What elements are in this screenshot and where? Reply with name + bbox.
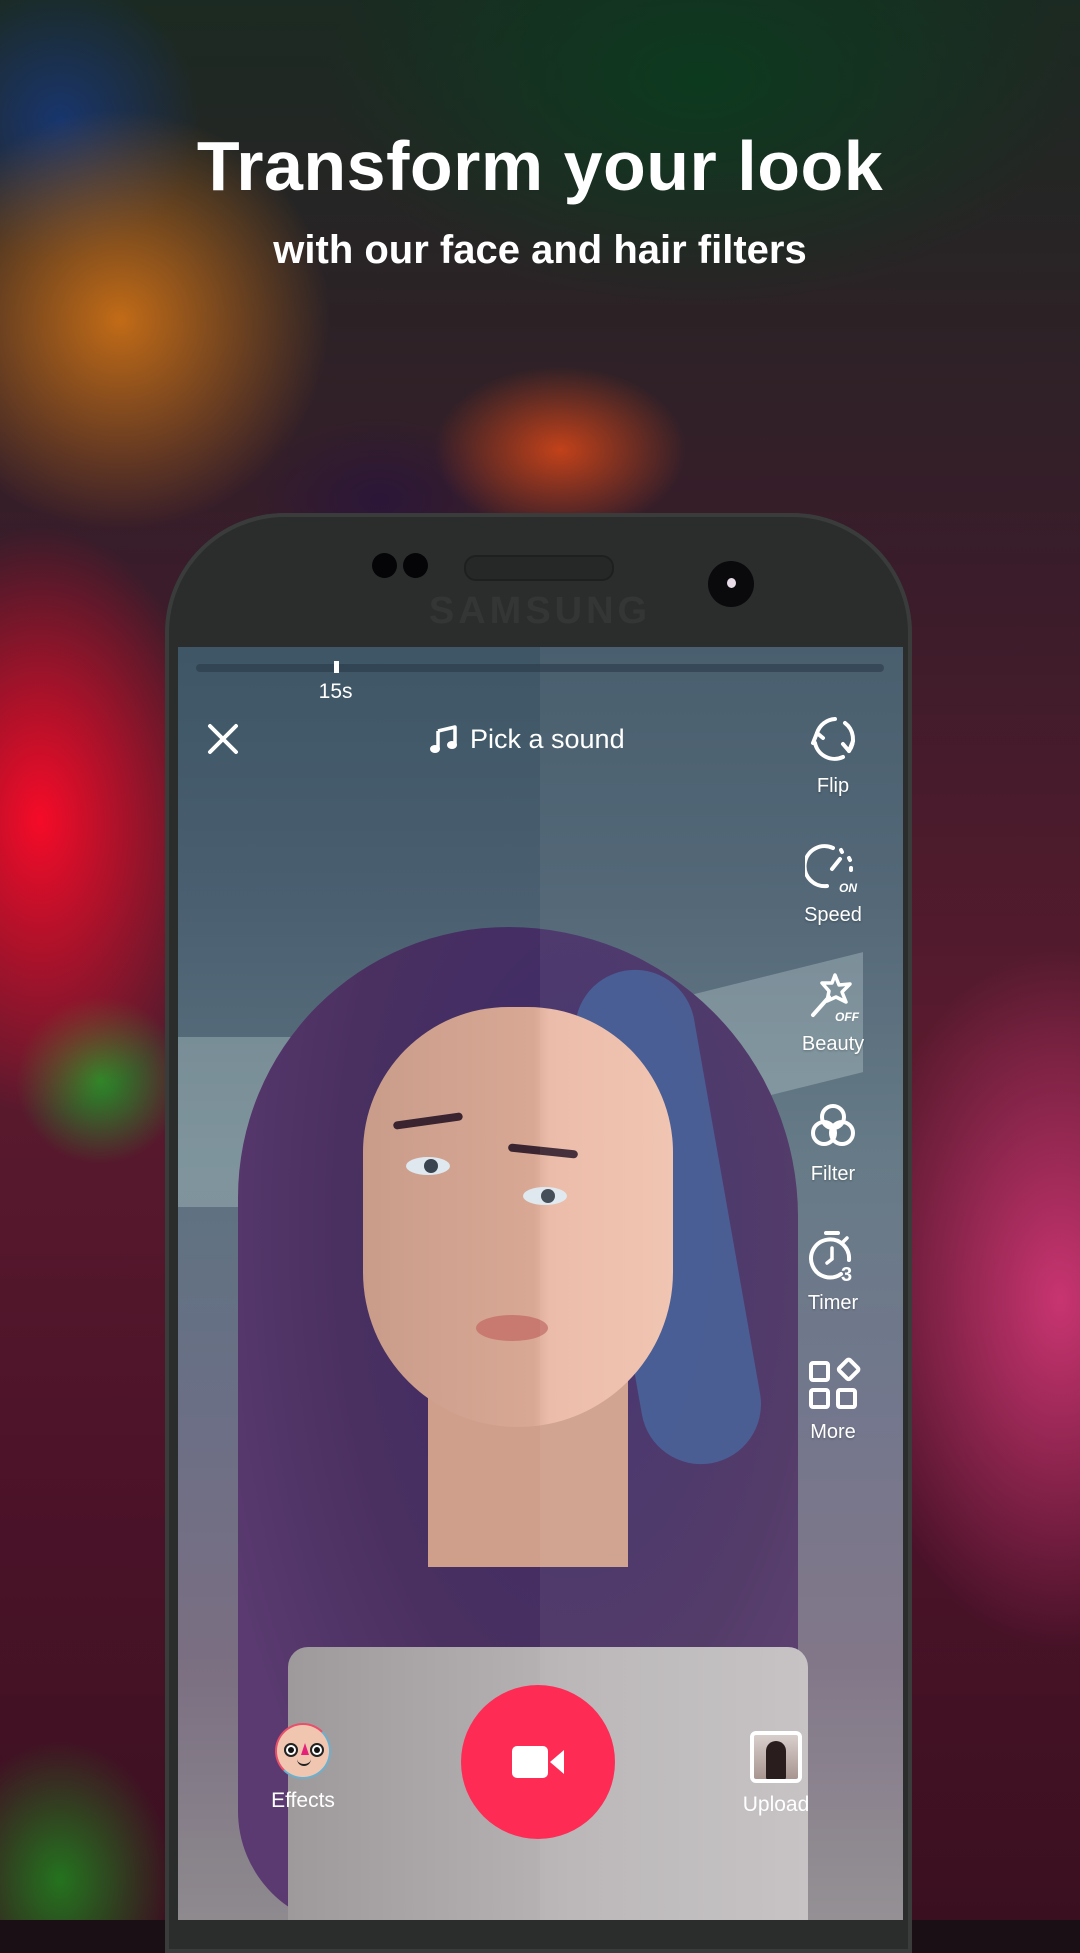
- tool-more-label: More: [810, 1421, 856, 1443]
- tool-flip-label: Flip: [816, 775, 850, 797]
- promo-subline: with our face and hair filters: [273, 228, 807, 272]
- record-button[interactable]: [461, 1685, 615, 1839]
- upload-thumbnail: [750, 1731, 802, 1783]
- timer-icon: 3: [809, 1231, 852, 1284]
- speed-icon: ON: [805, 844, 857, 895]
- filter-icon: [811, 1104, 855, 1146]
- tool-filter[interactable]: Filter: [788, 1099, 878, 1186]
- tool-timer-label: Timer: [807, 1292, 859, 1314]
- device-brand: SAMSUNG: [428, 590, 652, 632]
- upload-button[interactable]: Upload: [721, 1731, 831, 1817]
- promo-headline: Transform your look: [196, 127, 884, 205]
- tool-filter-label: Filter: [810, 1163, 856, 1185]
- close-icon: [208, 724, 238, 754]
- beauty-state: OFF: [835, 1010, 860, 1024]
- tool-speed-label: Speed: [804, 904, 862, 926]
- front-camera: [708, 561, 754, 607]
- tool-beauty-label: Beauty: [801, 1033, 865, 1055]
- duration-label: 15s: [318, 680, 353, 703]
- camera-screen: 15s Pick a sound Flip ON Speed OFF Beaut…: [178, 647, 903, 1920]
- effects-icon: [275, 1723, 331, 1779]
- tool-more[interactable]: More: [788, 1357, 878, 1444]
- tool-beauty[interactable]: OFF Beauty: [788, 969, 878, 1056]
- magic-wand-icon: OFF: [811, 973, 860, 1024]
- pick-sound-button[interactable]: Pick a sound: [428, 719, 625, 759]
- tool-speed[interactable]: ON Speed: [788, 840, 878, 927]
- effects-button[interactable]: Effects: [248, 1723, 358, 1813]
- earpiece-speaker: [464, 555, 614, 581]
- flip-camera-icon: [811, 717, 855, 761]
- light-sensor: [403, 553, 428, 578]
- speed-state: ON: [839, 881, 857, 895]
- more-grid-icon: [809, 1357, 861, 1409]
- tool-flip[interactable]: Flip: [788, 711, 878, 798]
- close-button[interactable]: [203, 719, 243, 759]
- pick-sound-label: Pick a sound: [470, 723, 625, 754]
- timer-value: 3: [841, 1264, 852, 1284]
- video-camera-icon: [512, 1746, 564, 1778]
- tool-timer[interactable]: 3 Timer: [788, 1228, 878, 1315]
- proximity-sensor: [372, 553, 397, 578]
- effects-label: Effects: [271, 1789, 335, 1812]
- music-note-icon: [430, 725, 457, 753]
- recording-progress-bar: [196, 664, 884, 672]
- progress-marker: [333, 661, 339, 673]
- upload-label: Upload: [742, 1793, 810, 1816]
